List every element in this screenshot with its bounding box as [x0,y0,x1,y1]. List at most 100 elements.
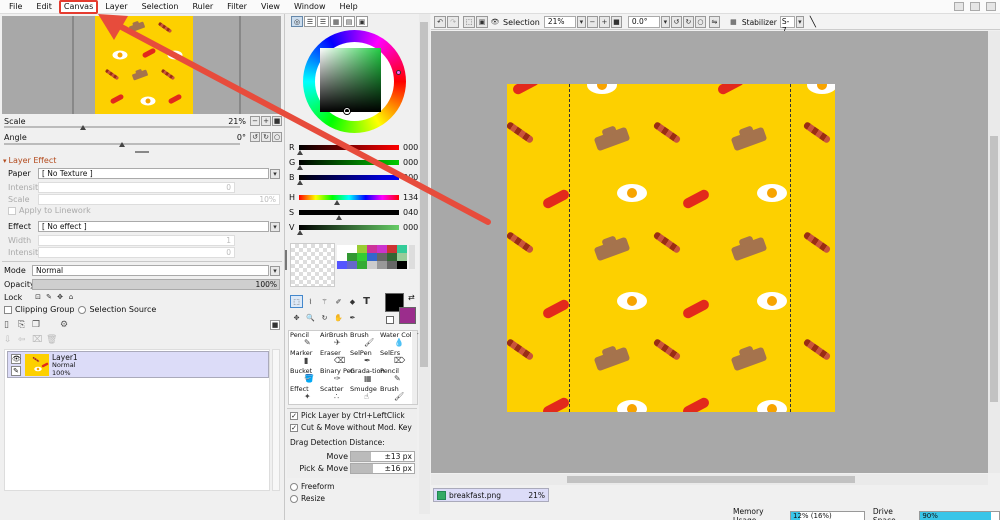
rotate-left-button[interactable]: ↺ [250,132,260,142]
shape-tool-icon[interactable]: ◆ [346,295,359,308]
color-wheel-tab[interactable]: ◎ [291,16,303,27]
color-mix-tab[interactable]: ▣ [356,16,368,27]
rotation-select[interactable]: 0.0° [627,16,660,28]
mode-dropdown-icon[interactable]: ▾ [270,265,280,276]
magic-wand-tool-icon[interactable]: ⚚ [318,295,331,308]
flip-horizontal-button[interactable]: ⇋ [708,16,720,28]
s-slider-thumb[interactable] [336,215,342,220]
lock-paint-icon[interactable]: ✎ [44,292,54,302]
merge-down-icon[interactable]: ⇩ [4,335,18,345]
swatch-tab[interactable]: ▦ [330,16,342,27]
zoom-in-button[interactable]: + [261,116,271,126]
tool-water-color[interactable]: Water Color 💧 [380,332,418,347]
tool-binary-pen[interactable]: Binary Pen ✑ [320,368,355,383]
move-distance-slider[interactable]: ±13 px [350,451,415,462]
deselect-button[interactable]: ⬚ [463,16,475,28]
h-slider-thumb[interactable] [334,200,340,205]
middle-scroll-thumb[interactable] [420,22,428,367]
h-slider[interactable] [299,195,399,200]
clipping-group-checkbox[interactable] [4,305,12,314]
layer-panel-menu-icon[interactable]: ■ [270,320,280,330]
zoom-tool-icon[interactable]: 🔍 [304,311,317,324]
toolbar-zoom-out-button[interactable]: − [586,16,598,28]
canvas-horizontal-scroll-thumb[interactable] [567,476,855,483]
selection-source-checkbox[interactable] [78,305,87,314]
scale-slider-thumb[interactable] [80,125,86,130]
tool-smudge[interactable]: Smudge ☝ [350,386,382,401]
stabilizer-icon[interactable]: ▦ [728,16,739,28]
scale-slider[interactable] [4,126,240,128]
hue-ring-cursor[interactable] [396,70,401,75]
paper-scale-slider[interactable]: 10% [38,194,280,205]
layer-edit-pen-icon[interactable]: ✎ [11,366,21,376]
menu-ruler[interactable]: Ruler [185,0,220,14]
middle-panel-scrollbar[interactable] [419,14,430,514]
rotate-tool-icon[interactable]: ↻ [318,311,331,324]
saturation-value-square[interactable] [320,48,381,112]
text-tool-icon[interactable]: T [360,295,373,308]
layer-settings-icon[interactable]: ⚙ [60,320,74,330]
effect-intensity-slider[interactable]: 0 [38,247,235,258]
menu-view[interactable]: View [254,0,287,14]
selection-visibility-icon[interactable]: 👁 [489,16,501,28]
rect-select-tool-icon[interactable]: ⬚ [290,295,303,308]
tool-brush[interactable]: Brush 🖌 [350,332,382,347]
apply-linework-checkbox[interactable] [8,206,16,215]
tool-marker[interactable]: Marker ▮ [290,350,322,365]
canvas-horizontal-scrollbar[interactable] [431,474,988,485]
resize-radio[interactable] [290,494,298,503]
zoom-dropdown-icon[interactable]: ▾ [576,16,586,28]
pick-move-distance-slider[interactable]: ±16 px [350,463,415,474]
copy-layer-icon[interactable]: ❐ [32,320,46,330]
tool-brush[interactable]: Brush 🖌 [380,386,412,401]
layer-row[interactable]: 👁 ✎ Layer1 Normal 100% [7,351,269,378]
hsv-slider-tab[interactable]: ☰ [317,16,329,27]
layer-list-scrollbar[interactable] [272,349,280,491]
r-slider-thumb[interactable] [297,150,303,155]
navigator-preview[interactable] [2,16,281,114]
secondary-color[interactable] [399,307,416,324]
move-tool-icon[interactable]: ✥ [290,311,303,324]
canvas-vertical-scroll-thumb[interactable] [990,136,998,402]
swatch-scrollbar[interactable] [409,245,415,269]
maximize-button[interactable] [970,2,980,11]
v-slider[interactable] [299,225,399,230]
r-slider[interactable] [299,145,399,150]
menu-canvas[interactable]: Canvas [58,0,99,14]
lock-transparency-icon[interactable]: ⊡ [33,292,43,302]
tool-grada-tion[interactable]: Grada-tion ▦ [350,368,385,383]
menu-help[interactable]: Help [333,0,365,14]
rotation-dropdown-icon[interactable]: ▾ [660,16,670,28]
toolbar-rotate-left-button[interactable]: ↺ [670,16,682,28]
pick-layer-checkbox[interactable]: ✓ [290,411,298,420]
clear-layer-icon[interactable]: ⌧ [32,335,46,345]
toolbar-zoom-reset-button[interactable]: ■ [610,16,622,28]
tool-grid-scrollbar[interactable] [412,331,417,404]
b-slider[interactable] [299,175,399,180]
hand-tool-icon[interactable]: ✋ [332,311,345,324]
stabilizer-select[interactable]: S-7 [779,16,795,35]
invert-selection-button[interactable]: ▣ [476,16,488,28]
menu-window[interactable]: Window [287,0,333,14]
s-slider[interactable] [299,210,399,215]
zoom-reset-button[interactable]: ■ [272,116,282,126]
visibility-eye-icon[interactable]: 👁 [11,354,21,364]
move-layer-icon[interactable]: ⇦ [18,335,32,345]
rgb-slider-tab[interactable]: ☰ [304,16,316,27]
paper-dropdown-icon[interactable]: ▾ [270,168,280,179]
zoom-out-button[interactable]: − [250,116,260,126]
close-button[interactable] [986,2,996,11]
scratch-pad[interactable] [290,243,335,287]
undo-button[interactable]: ↶ [434,16,446,28]
sv-picker-cursor[interactable] [344,108,350,114]
delete-layer-icon[interactable]: 🗑 [46,335,60,345]
new-layer-icon[interactable]: ▯ [4,320,18,330]
pen-select-tool-icon[interactable]: ✐ [332,295,345,308]
g-slider-thumb[interactable] [297,165,303,170]
zoom-select[interactable]: 21% [543,16,576,28]
paper-select[interactable]: [ No Texture ] [38,168,269,179]
v-slider-thumb[interactable] [297,230,303,235]
cut-move-checkbox[interactable]: ✓ [290,423,298,432]
swap-colors-icon[interactable]: ⇄ [408,293,415,302]
collapse-triangle-icon[interactable]: ▾ [3,157,7,165]
